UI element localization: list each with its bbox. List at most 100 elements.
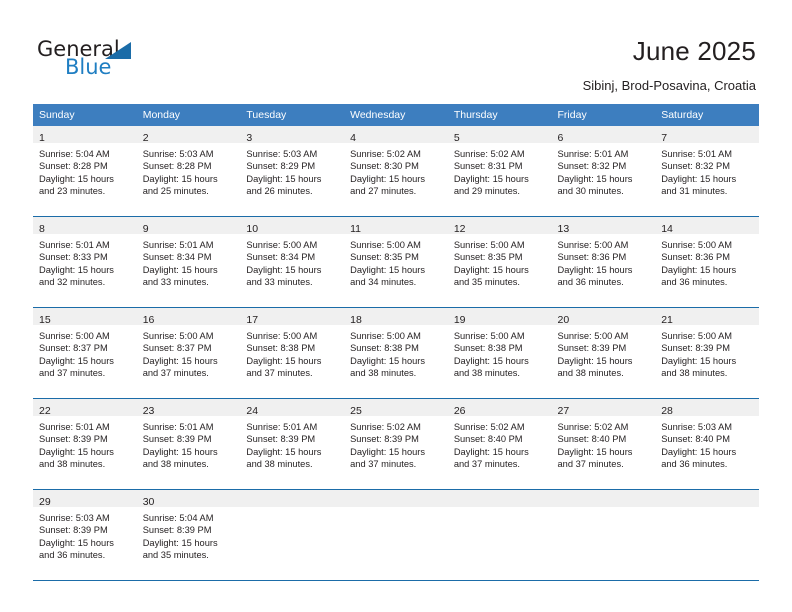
day-number: 11 xyxy=(350,223,362,235)
calendar-day-cell[interactable]: 29 Sunrise: 5:03 AM Sunset: 8:39 PM Dayligh… xyxy=(33,489,137,581)
daylight-duration-line2: and 37 minutes. xyxy=(350,459,417,470)
calendar-day-cell[interactable]: 24 Sunrise: 5:01 AM Sunset: 8:39 PM Dayligh… xyxy=(240,398,345,490)
daylight-duration-line2: and 37 minutes. xyxy=(39,368,106,379)
calendar-day-cell[interactable]: 19 Sunrise: 5:00 AM Sunset: 8:38 PM Dayligh… xyxy=(447,307,552,399)
daylight-duration-line2: and 26 minutes. xyxy=(246,186,313,197)
day-sun-info: Sunrise: 5:00 AM Sunset: 8:38 PM Daylight:… xyxy=(448,325,552,380)
calendar-day-cell[interactable]: 13 Sunrise: 5:00 AM Sunset: 8:36 PM Dayligh… xyxy=(551,216,656,308)
daylight-duration-line1: Daylight: 15 hours xyxy=(39,355,114,366)
sunrise-time: Sunrise: 5:02 AM xyxy=(350,149,421,159)
day-cell-content: 20 Sunrise: 5:00 AM Sunset: 8:39 PM Dayligh… xyxy=(551,308,656,398)
sunrise-time: Sunrise: 5:01 AM xyxy=(661,149,733,159)
sunset-time: Sunset: 8:39 PM xyxy=(661,343,730,354)
sunset-time: Sunset: 8:29 PM xyxy=(246,161,316,172)
day-number: 2 xyxy=(142,132,149,144)
calendar-day-cell[interactable]: 28 Sunrise: 5:03 AM Sunset: 8:40 PM Dayligh… xyxy=(655,398,759,490)
calendar-day-cell-empty xyxy=(240,489,345,581)
calendar-day-cell[interactable]: 21 Sunrise: 5:00 AM Sunset: 8:39 PM Dayligh… xyxy=(655,307,759,399)
general-blue-logo[interactable]: General Blue xyxy=(37,38,157,84)
day-number: 17 xyxy=(246,314,259,326)
calendar-day-cell[interactable]: 27 Sunrise: 5:02 AM Sunset: 8:40 PM Dayligh… xyxy=(551,398,656,490)
sunset-time: Sunset: 8:32 PM xyxy=(557,161,627,172)
sunset-time: Sunset: 8:39 PM xyxy=(557,343,627,354)
day-cell-content: 4 Sunrise: 5:02 AM Sunset: 8:30 PM Daylight… xyxy=(344,126,448,216)
calendar-day-cell[interactable]: 7 Sunrise: 5:01 AM Sunset: 8:32 PM Daylight… xyxy=(655,126,759,217)
sunrise-time: Sunrise: 5:01 AM xyxy=(39,240,110,250)
calendar-week-row: 22 Sunrise: 5:01 AM Sunset: 8:39 PM Dayligh… xyxy=(33,398,759,490)
day-number-band: 3 xyxy=(240,126,345,144)
day-number: 28 xyxy=(661,405,673,417)
sunrise-time: Sunrise: 5:02 AM xyxy=(453,149,525,159)
calendar-day-cell[interactable]: 22 Sunrise: 5:01 AM Sunset: 8:39 PM Dayligh… xyxy=(33,398,137,490)
day-number-band xyxy=(240,490,345,507)
sunrise-time: Sunrise: 5:02 AM xyxy=(453,422,525,432)
day-sun-info: Sunrise: 5:00 AM Sunset: 8:38 PM Daylight:… xyxy=(240,325,344,380)
calendar-day-cell[interactable]: 1 Sunrise: 5:04 AM Sunset: 8:28 PM Daylight… xyxy=(33,126,137,217)
daylight-duration-line2: and 35 minutes. xyxy=(453,277,520,288)
calendar-day-cell[interactable]: 6 Sunrise: 5:01 AM Sunset: 8:32 PM Daylight… xyxy=(551,126,656,217)
calendar-day-cell[interactable]: 25 Sunrise: 5:02 AM Sunset: 8:39 PM Dayligh… xyxy=(344,398,448,490)
daylight-duration-line1: Daylight: 15 hours xyxy=(453,264,529,275)
calendar-day-cell[interactable]: 12 Sunrise: 5:00 AM Sunset: 8:35 PM Dayligh… xyxy=(447,216,552,308)
calendar-day-cell[interactable]: 15 Sunrise: 5:00 AM Sunset: 8:37 PM Dayligh… xyxy=(33,307,137,399)
calendar-day-cell[interactable]: 16 Sunrise: 5:00 AM Sunset: 8:37 PM Dayligh… xyxy=(136,307,241,399)
calendar-day-cell[interactable]: 10 Sunrise: 5:00 AM Sunset: 8:34 PM Dayligh… xyxy=(240,216,345,308)
sunset-time: Sunset: 8:40 PM xyxy=(453,434,523,445)
day-cell-content: 8 Sunrise: 5:01 AM Sunset: 8:33 PM Daylight… xyxy=(33,217,137,307)
daylight-duration-line1: Daylight: 15 hours xyxy=(557,173,633,184)
calendar-day-cell[interactable]: 18 Sunrise: 5:00 AM Sunset: 8:38 PM Dayligh… xyxy=(344,307,448,399)
calendar-week-row: 1 Sunrise: 5:04 AM Sunset: 8:28 PM Daylight… xyxy=(33,126,759,217)
day-number-band xyxy=(655,490,759,507)
day-sun-info: Sunrise: 5:04 AM Sunset: 8:28 PM Daylight:… xyxy=(33,143,137,198)
weekday-header-saturday: Saturday xyxy=(655,104,759,126)
calendar-day-cell[interactable]: 3 Sunrise: 5:03 AM Sunset: 8:29 PM Daylight… xyxy=(240,126,345,217)
day-cell-content: 13 Sunrise: 5:00 AM Sunset: 8:36 PM Dayligh… xyxy=(551,217,656,307)
logo-text-blue: Blue xyxy=(65,55,112,79)
daylight-duration-line2: and 37 minutes. xyxy=(246,368,313,379)
calendar-day-cell[interactable]: 14 Sunrise: 5:00 AM Sunset: 8:36 PM Dayligh… xyxy=(655,216,759,308)
sunset-time: Sunset: 8:38 PM xyxy=(453,343,523,354)
calendar-day-cell[interactable]: 17 Sunrise: 5:00 AM Sunset: 8:38 PM Dayligh… xyxy=(240,307,345,399)
daylight-duration-line2: and 34 minutes. xyxy=(350,277,417,288)
day-cell-content: 7 Sunrise: 5:01 AM Sunset: 8:32 PM Daylight… xyxy=(655,126,759,216)
day-number-band: 5 xyxy=(447,126,552,144)
sunrise-time: Sunrise: 5:03 AM xyxy=(246,149,318,159)
day-number-band: 1 xyxy=(33,126,137,144)
day-sun-info: Sunrise: 5:00 AM Sunset: 8:37 PM Daylight:… xyxy=(137,325,241,380)
day-cell-content: 5 Sunrise: 5:02 AM Sunset: 8:31 PM Daylight… xyxy=(447,126,552,216)
day-sun-info: Sunrise: 5:01 AM Sunset: 8:39 PM Daylight:… xyxy=(33,416,137,471)
daylight-duration-line1: Daylight: 15 hours xyxy=(246,355,322,366)
day-sun-info: Sunrise: 5:01 AM Sunset: 8:32 PM Daylight:… xyxy=(655,143,759,198)
day-number-band: 18 xyxy=(344,308,448,326)
daylight-duration-line2: and 25 minutes. xyxy=(142,186,209,197)
daylight-duration-line2: and 37 minutes. xyxy=(142,368,209,379)
day-number-band: 13 xyxy=(551,217,656,235)
calendar-day-cell[interactable]: 20 Sunrise: 5:00 AM Sunset: 8:39 PM Dayligh… xyxy=(551,307,656,399)
sunrise-time: Sunrise: 5:01 AM xyxy=(557,149,629,159)
calendar-day-cell[interactable]: 9 Sunrise: 5:01 AM Sunset: 8:34 PM Daylight… xyxy=(136,216,241,308)
sunset-time: Sunset: 8:40 PM xyxy=(661,434,730,445)
day-sun-info: Sunrise: 5:03 AM Sunset: 8:29 PM Daylight:… xyxy=(240,143,344,198)
day-number: 7 xyxy=(661,132,668,144)
calendar-day-cell-empty xyxy=(447,489,552,581)
daylight-duration-line2: and 32 minutes. xyxy=(39,277,106,288)
calendar-day-cell[interactable]: 23 Sunrise: 5:01 AM Sunset: 8:39 PM Dayligh… xyxy=(136,398,241,490)
calendar-day-cell[interactable]: 8 Sunrise: 5:01 AM Sunset: 8:33 PM Daylight… xyxy=(33,216,137,308)
day-sun-info: Sunrise: 5:00 AM Sunset: 8:39 PM Daylight:… xyxy=(655,325,759,380)
calendar-day-cell[interactable]: 5 Sunrise: 5:02 AM Sunset: 8:31 PM Daylight… xyxy=(447,126,552,217)
day-sun-info: Sunrise: 5:01 AM Sunset: 8:34 PM Daylight:… xyxy=(137,234,241,289)
day-number: 29 xyxy=(39,496,51,508)
calendar-day-cell[interactable]: 30 Sunrise: 5:04 AM Sunset: 8:39 PM Dayligh… xyxy=(136,489,241,581)
calendar-day-cell[interactable]: 11 Sunrise: 5:00 AM Sunset: 8:35 PM Dayligh… xyxy=(344,216,448,308)
calendar-day-cell-empty xyxy=(655,489,759,581)
calendar-day-cell[interactable]: 4 Sunrise: 5:02 AM Sunset: 8:30 PM Daylight… xyxy=(344,126,448,217)
day-number: 20 xyxy=(557,314,570,326)
calendar-day-cell[interactable]: 2 Sunrise: 5:03 AM Sunset: 8:28 PM Daylight… xyxy=(136,126,241,217)
day-number: 24 xyxy=(246,405,259,417)
day-cell-content xyxy=(240,490,345,580)
day-number: 8 xyxy=(39,223,45,235)
day-sun-info: Sunrise: 5:01 AM Sunset: 8:33 PM Daylight:… xyxy=(33,234,137,289)
calendar-day-cell-empty xyxy=(344,489,448,581)
daylight-duration-line2: and 36 minutes. xyxy=(39,550,106,561)
calendar-day-cell[interactable]: 26 Sunrise: 5:02 AM Sunset: 8:40 PM Dayligh… xyxy=(447,398,552,490)
